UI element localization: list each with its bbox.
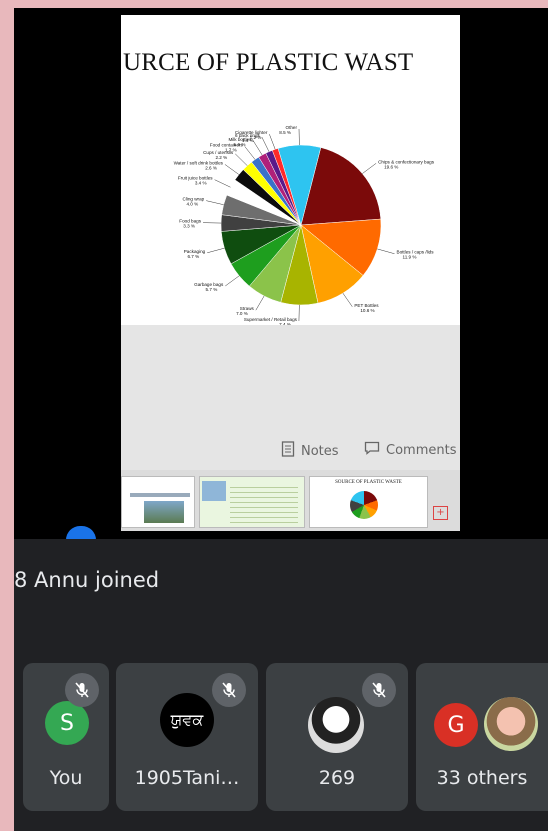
logo-text: ਯੁਵਕ [170,710,204,729]
notes-icon [281,441,295,461]
pie-leader-line [377,248,395,254]
pie-leader-line [214,179,231,188]
mic-off-icon [362,673,396,707]
pie-value-label: 4.0 % [186,202,198,207]
join-notification: 8 Annu joined [14,568,160,592]
pie-value-label: 3.3 % [183,224,195,229]
pie-leader-line [206,200,224,205]
comments-label: Comments [386,442,457,458]
pie-value-label: 2.2 % [215,155,227,160]
avatar-initial: G [447,712,465,738]
pie-leader-line [253,140,263,156]
comments-button[interactable]: Comments [364,441,456,459]
pie-value-label: 19.6 % [384,164,398,169]
participant-tile-you[interactable]: S You [23,663,109,811]
meeting-frame: URCE OF PLASTIC WAST Chips & confectiona… [14,8,548,831]
comment-icon [364,441,380,459]
pie-value-label: 8.5 % [279,130,291,135]
mic-off-icon [212,673,246,707]
profile-photo-avatar [308,697,364,753]
slide-title: URCE OF PLASTIC WAST [123,49,414,76]
pie-leader-line [235,153,248,166]
avatar: G [434,703,478,747]
pie-value-label: 10.6 % [360,308,374,313]
participant-name: 33 others [436,767,528,789]
pie-leader-line [255,295,265,311]
notes-button[interactable]: Notes [281,441,339,461]
participant-tile-others[interactable]: G 33 others [416,663,548,811]
pie-leader-line [342,293,353,307]
thumbnail-title: SOURCE OF PLASTIC WASTE [335,480,402,485]
presenter-indicator [66,526,96,540]
pie-value-label: 11.9 % [403,255,417,260]
pie-value-label: 3.4 % [195,181,207,186]
participant-name: 269 [318,767,356,789]
slide-thumbnail[interactable] [121,476,195,528]
avatar: S [45,701,89,745]
pie-value-label: 5.7 % [206,287,218,292]
pie-leader-line [269,134,276,150]
mic-off-icon [65,673,99,707]
slide-thumbnail[interactable] [199,476,305,528]
avatar-initial: S [60,710,74,736]
add-slide-icon[interactable]: + [433,506,448,520]
participant-name: 1905Tani… [134,767,240,789]
pie-value-label: 1.2 % [250,135,262,140]
pie-value-label: 2.6 % [205,165,217,170]
pie-value-label: 6.7 % [187,254,199,259]
participant-tile-1905tani[interactable]: ਯੁਵਕ 1905Tani… [116,663,258,811]
meet-bottom-panel: 8 Annu joined S You ਯੁਵਕ 1905Tani… 269 G… [14,539,548,831]
pie-leader-line [225,275,240,287]
pie-chart: Chips & confectionary bags 19.6 % Bottles … [121,125,460,335]
pie-leader-line [224,164,240,175]
presentation-slide: URCE OF PLASTIC WAST Chips & confectiona… [121,15,460,531]
participant-tile-269[interactable]: 269 [266,663,408,811]
pie-leader-line [244,146,256,160]
pie-value-label: 1.7 % [225,147,237,152]
slide-thumbnail-strip: SOURCE OF PLASTIC WASTE + [121,470,460,531]
group-logo-avatar: ਯੁਵਕ [160,693,214,747]
profile-photo-avatar [484,697,538,751]
pie-leader-line [261,136,270,152]
pie-leader-line [207,247,225,254]
participant-name: You [49,767,83,789]
notes-label: Notes [301,443,339,459]
pie-leader-line [362,163,377,174]
pie-value-label: 7.0 % [236,311,248,316]
slide-thumbnail-selected[interactable]: SOURCE OF PLASTIC WASTE [309,476,428,528]
